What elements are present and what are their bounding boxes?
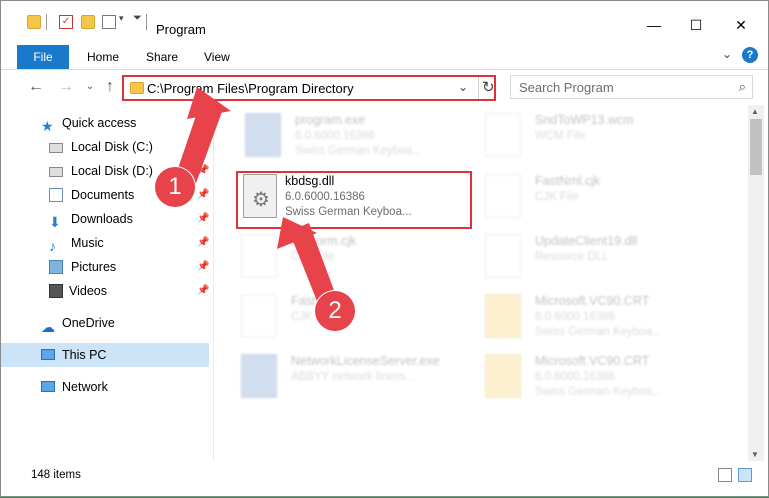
highlight-box [236, 171, 472, 229]
sidebar-item-videos[interactable]: Videos 📌 [1, 279, 209, 303]
item-count: 148 items [31, 469, 81, 481]
network-icon [41, 381, 55, 392]
properties-icon[interactable]: ✓ [59, 15, 73, 29]
navigation-pane: ★ Quick access Local Disk (C:) 📌 Local D… [1, 109, 214, 461]
sidebar-item-this-pc[interactable]: This PC [1, 343, 209, 367]
up-arrow-icon[interactable]: ↑ [101, 78, 119, 96]
videos-icon [49, 284, 63, 298]
exe-file-icon [245, 113, 281, 157]
status-bar: 148 items [1, 463, 768, 487]
file-item[interactable]: Microsoft.VC90.CRT 6.0.6000.16386 Swiss … [485, 294, 725, 354]
title-bar: ✓ ▾ ⏷ Program — ☐ ✕ [1, 1, 768, 41]
close-button[interactable]: ✕ [726, 15, 756, 35]
explorer-window: ✓ ▾ ⏷ Program — ☐ ✕ File Home Share View… [0, 0, 769, 497]
pin-icon[interactable]: 📌 [197, 183, 209, 207]
sidebar-item-network[interactable]: Network [1, 375, 209, 399]
maximize-button[interactable]: ☐ [681, 15, 711, 35]
large-icons-view-icon[interactable] [738, 468, 752, 482]
scroll-down-icon[interactable]: ▼ [751, 450, 759, 459]
sidebar-item-quick-access[interactable]: ★ Quick access [1, 111, 209, 135]
pictures-icon [49, 260, 63, 274]
document-file-icon [241, 294, 277, 338]
pin-icon[interactable]: 📌 [197, 159, 209, 183]
sidebar-item-onedrive[interactable]: ☁ OneDrive [1, 311, 209, 335]
scroll-up-icon[interactable]: ▲ [751, 107, 759, 116]
qat-dropdown-icon[interactable]: ⏷ [133, 12, 147, 26]
search-input[interactable]: Search Program [519, 80, 614, 95]
back-arrow-icon[interactable]: ← [27, 78, 45, 96]
tab-file[interactable]: File [17, 45, 69, 69]
zip-folder-icon [485, 294, 521, 338]
forward-arrow-icon[interactable]: → [57, 78, 75, 96]
scrollbar-thumb[interactable] [750, 119, 762, 175]
separator [46, 14, 47, 30]
sidebar-item-local-disk-c[interactable]: Local Disk (C:) 📌 [1, 135, 209, 159]
refresh-icon[interactable]: ↻ [482, 78, 495, 96]
search-box[interactable]: Search Program ⌕ [510, 75, 753, 99]
help-icon[interactable]: ? [742, 47, 758, 63]
file-item[interactable]: FastM...jk CJK File [241, 294, 481, 354]
sidebar-item-music[interactable]: ♪ Music 📌 [1, 231, 209, 255]
chevron-down-icon[interactable]: ⌄ [458, 80, 468, 94]
pin-icon[interactable]: 📌 [197, 135, 209, 159]
recent-locations-icon[interactable]: ⌄ [81, 81, 99, 92]
tab-view[interactable]: View [204, 45, 230, 69]
search-icon[interactable]: ⌕ [739, 79, 746, 95]
zip-folder-icon [485, 354, 521, 398]
folder-icon [27, 15, 41, 29]
callout-badge-2: 2 [315, 291, 355, 331]
tab-home[interactable]: Home [87, 45, 119, 69]
file-item[interactable]: SndToWP13.wcm WCM File [485, 113, 725, 173]
file-item[interactable]: Microsoft.VC90.CRT 6.0.6000.16386 Swiss … [485, 354, 725, 414]
minimize-button[interactable]: — [639, 15, 669, 35]
window-title: Program [156, 22, 206, 37]
address-bar[interactable]: C:\Program Files\Program Directory ⌄ ↻ [122, 75, 496, 101]
separator [478, 77, 479, 99]
star-icon: ★ [41, 118, 54, 134]
computer-icon [41, 349, 55, 360]
download-icon: ⬇ [49, 214, 61, 230]
expand-ribbon-icon[interactable]: ⌄ [722, 47, 732, 61]
drive-icon [49, 167, 63, 177]
pin-icon[interactable]: 📌 [197, 255, 209, 279]
pin-icon[interactable]: 📌 [197, 279, 209, 303]
music-icon: ♪ [49, 238, 56, 254]
sidebar-item-downloads[interactable]: ⬇ Downloads 📌 [1, 207, 209, 231]
sidebar-item-pictures[interactable]: Pictures 📌 [1, 255, 209, 279]
folder-icon [130, 82, 144, 94]
file-item[interactable]: program.exe 6.0.6000.16386 Swiss German … [245, 113, 485, 173]
navigation-bar: ← → ⌄ ↑ C:\Program Files\Program Directo… [1, 73, 768, 103]
new-folder-icon[interactable] [81, 15, 95, 29]
pin-icon[interactable]: 📌 [197, 231, 209, 255]
customize-icon[interactable] [102, 15, 116, 29]
address-path[interactable]: C:\Program Files\Program Directory [147, 81, 354, 96]
pin-icon[interactable]: 📌 [197, 207, 209, 231]
ribbon: File Home Share View ⌄ ? [1, 45, 768, 70]
file-item[interactable]: FastNml.cjk CJK File [485, 174, 725, 234]
file-item[interactable]: Fa...orm.cjk CJK File [241, 234, 481, 294]
document-file-icon [485, 234, 521, 278]
callout-badge-1: 1 [155, 167, 195, 207]
document-file-icon [485, 113, 521, 157]
document-file-icon [241, 234, 277, 278]
separator [146, 14, 147, 30]
file-item[interactable]: NetworkLicenseServer.exe ABBYY network l… [241, 354, 481, 414]
drive-icon [49, 143, 63, 153]
details-view-icon[interactable] [718, 468, 732, 482]
vertical-scrollbar[interactable]: ▲ ▼ [748, 105, 764, 461]
file-item[interactable]: UpdateClient19.dll Resource DLL [485, 234, 725, 294]
document-file-icon [485, 174, 521, 218]
cloud-icon: ☁ [41, 319, 55, 335]
chevron-down-icon[interactable]: ▾ [119, 13, 133, 27]
documents-icon [49, 188, 63, 202]
exe-file-icon [241, 354, 277, 398]
tab-share[interactable]: Share [146, 45, 178, 69]
